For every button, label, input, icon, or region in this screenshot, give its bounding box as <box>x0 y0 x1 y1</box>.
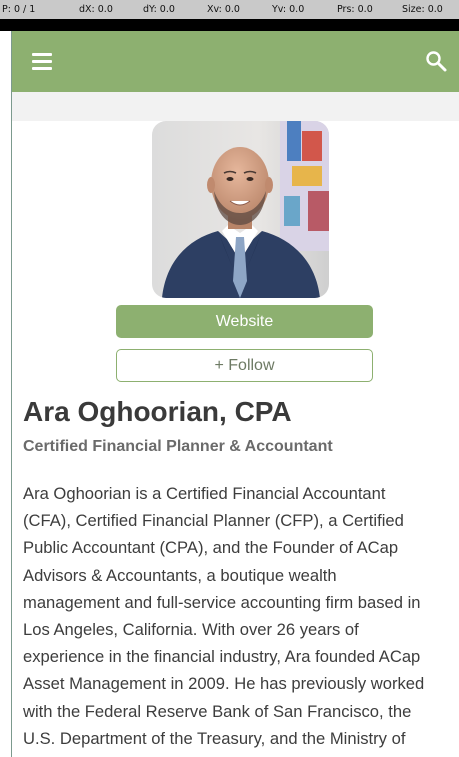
search-icon[interactable] <box>424 49 448 73</box>
hamburger-menu-icon[interactable] <box>32 52 52 70</box>
pressure-readout: Prs: 0.0 <box>337 4 373 15</box>
app-bar <box>12 31 459 92</box>
follow-button[interactable]: + Follow <box>116 349 373 382</box>
bio-line: Ara Oghoorian is a Certified Financial A… <box>23 484 386 503</box>
delta-y-readout: dY: 0.0 <box>143 4 175 15</box>
status-bar <box>0 19 459 31</box>
bio-line: U.S. Department of the Treasury, and the… <box>23 728 406 748</box>
bio-line: experience in the financial industry, Ar… <box>23 647 421 667</box>
bio-line: with the Federal Reserve Bank of San Fra… <box>23 701 412 721</box>
pointer-location-overlay: P: 0 / 1 dX: 0.0 dY: 0.0 Xv: 0.0 Yv: 0.0… <box>0 0 459 20</box>
screen-left-border <box>11 31 12 757</box>
website-button[interactable]: Website <box>116 305 373 338</box>
delta-x-readout: dX: 0.0 <box>79 4 113 15</box>
bio-line: Advisors & Accountants, a boutique wealt… <box>23 565 337 585</box>
profile-bio: Ara Oghoorian is a Certified Financial A… <box>23 480 455 752</box>
bio-line: (CFA), Certified Financial Planner (CFP)… <box>23 511 404 531</box>
profile-photo <box>152 121 329 298</box>
bio-line: management and full-service accounting f… <box>23 592 421 612</box>
profile-name: Ara Oghoorian, CPA <box>23 396 292 427</box>
bio-line: Public Accountant (CPA), and the Founder… <box>23 538 399 558</box>
size-readout: Size: 0.0 <box>402 4 443 15</box>
screen-left-edge <box>0 31 11 757</box>
bio-line: Asset Management in 2009. He has previou… <box>23 674 425 694</box>
bio-line: Los Angeles, California. With over 26 ye… <box>23 620 359 640</box>
profile-title: Certified Financial Planner & Accountant <box>23 438 333 455</box>
pointer-count: P: 0 / 1 <box>2 4 36 15</box>
velocity-y-readout: Yv: 0.0 <box>272 4 305 15</box>
velocity-x-readout: Xv: 0.0 <box>207 4 240 15</box>
header-spacer <box>12 92 459 121</box>
